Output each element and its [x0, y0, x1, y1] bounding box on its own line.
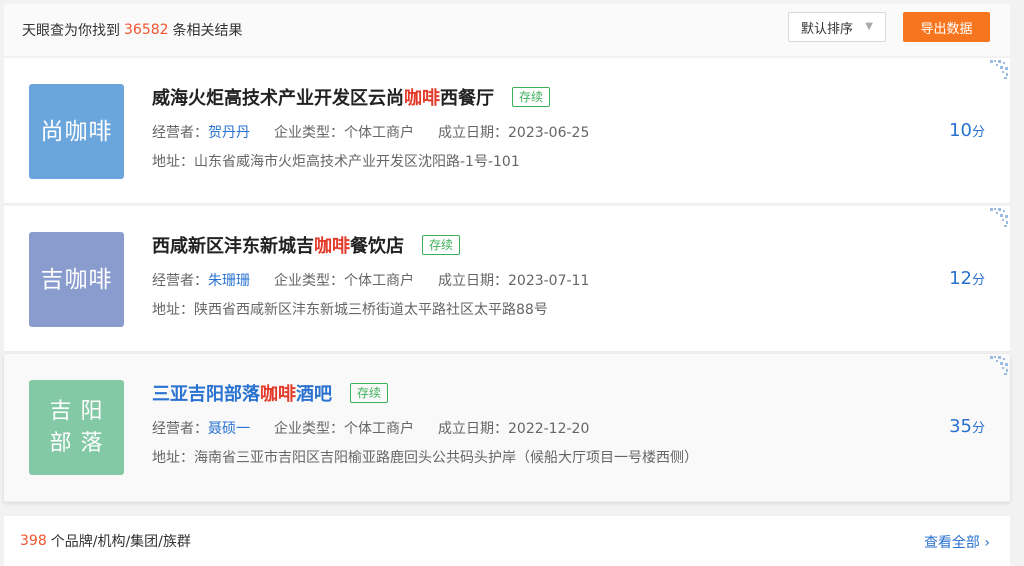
export-label: 导出数据 [920, 21, 973, 37]
name-part: 三亚吉阳部落 [152, 384, 260, 405]
result-card[interactable]: 尚咖啡 威海火炬高技术产业开发区云尚 咖啡 西餐厅 存续 经营者：贺丹丹 企业类型：… [4, 58, 1010, 204]
export-data-button[interactable]: 导出数据 [903, 12, 990, 42]
name-keyword: 咖啡 [314, 236, 350, 257]
name-part: 酒吧 [296, 384, 332, 405]
date-label: 成立日期： [438, 273, 508, 289]
view-all-link[interactable]: 查看全部 › [924, 532, 990, 552]
score-unit: 分 [971, 273, 985, 288]
name-part: 西餐厅 [440, 88, 494, 109]
company-logo[interactable]: 吉咖啡 [29, 232, 124, 327]
result-card[interactable]: 吉咖啡 西咸新区沣东新城吉 咖啡 餐饮店 存续 经营者：朱珊珊 企业类型：个体工商户… [4, 206, 1010, 352]
operator-link[interactable]: 聂硕一 [208, 421, 250, 437]
score-value: 10 [949, 120, 972, 141]
sort-dropdown[interactable]: 默认排序 ▼ [788, 12, 886, 42]
logo-text: 吉咖啡 [40, 266, 113, 293]
address-label: 地址： [152, 154, 194, 170]
company-logo[interactable]: 吉 阳 部 落 [29, 380, 124, 475]
address-label: 地址： [152, 450, 194, 466]
company-meta: 经营者：贺丹丹 企业类型：个体工商户 成立日期：2023-06-25 [152, 122, 613, 142]
score-unit: 分 [971, 421, 985, 436]
result-count: 36582 [124, 22, 169, 38]
status-badge: 存续 [422, 235, 461, 255]
operator-label: 经营者： [152, 125, 208, 141]
logo-text: 尚咖啡 [40, 118, 113, 145]
company-score: 12分 [949, 268, 985, 289]
brand-label: 个品牌/机构/集团/族群 [50, 534, 191, 550]
status-badge: 存续 [350, 383, 389, 403]
address-value: 山东省威海市火炬高技术产业开发区沈阳路-1号-101 [194, 154, 520, 170]
logo-text: 吉 阳 [49, 398, 104, 424]
name-keyword: 咖啡 [260, 384, 296, 405]
brand-count: 398 [20, 533, 47, 549]
company-address: 地址：陕西省西咸新区沣东新城三桥街道太平路社区太平路88号 [152, 299, 548, 319]
address-label: 地址： [152, 302, 194, 318]
date-label: 成立日期： [438, 125, 508, 141]
address-value: 海南省三亚市吉阳区吉阳榆亚路鹿回头公共码头护岸（候船大厅项目一号楼西侧） [194, 450, 698, 466]
qrcode-icon[interactable] [982, 206, 1010, 234]
result-card[interactable]: 吉 阳 部 落 三亚吉阳部落 咖啡 酒吧 存续 经营者：聂硕一 企业类型：个体工商户… [4, 354, 1010, 502]
view-all-label: 查看全部 [923, 535, 980, 551]
operator-label: 经营者： [152, 421, 208, 437]
company-meta: 经营者：聂硕一 企业类型：个体工商户 成立日期：2022-12-20 [152, 418, 613, 438]
company-address: 地址：山东省威海市火炬高技术产业开发区沈阳路-1号-101 [152, 151, 520, 171]
operator-link[interactable]: 朱珊珊 [208, 273, 250, 289]
type-label: 企业类型： [274, 273, 344, 289]
score-value: 12 [949, 268, 972, 289]
company-address: 地址：海南省三亚市吉阳区吉阳榆亚路鹿回头公共码头护岸（候船大厅项目一号楼西侧） [152, 447, 698, 467]
company-name-link[interactable]: 威海火炬高技术产业开发区云尚 咖啡 西餐厅 存续 [152, 84, 551, 110]
established-date: 2023-06-25 [508, 125, 590, 141]
score-unit: 分 [971, 125, 985, 140]
name-keyword: 咖啡 [404, 88, 440, 109]
company-score: 35分 [949, 416, 985, 437]
status-badge: 存续 [512, 87, 551, 107]
qrcode-icon[interactable] [982, 58, 1010, 86]
caret-down-icon: ▼ [865, 21, 873, 32]
operator-link[interactable]: 贺丹丹 [208, 125, 250, 141]
company-logo[interactable]: 尚咖啡 [29, 84, 124, 179]
address-value: 陕西省西咸新区沣东新城三桥街道太平路社区太平路88号 [194, 302, 548, 318]
summary-prefix: 天眼查为你找到 [22, 23, 120, 39]
operator-label: 经营者： [152, 273, 208, 289]
company-meta: 经营者：朱珊珊 企业类型：个体工商户 成立日期：2023-07-11 [152, 270, 613, 290]
logo-text: 部 落 [49, 430, 104, 456]
summary-suffix: 条相关结果 [172, 23, 243, 39]
established-date: 2022-12-20 [508, 421, 590, 437]
type-label: 企业类型： [274, 421, 344, 437]
chevron-right-icon: › [984, 535, 990, 551]
qrcode-icon[interactable] [982, 354, 1010, 382]
company-name-link[interactable]: 三亚吉阳部落 咖啡 酒吧 存续 [152, 380, 389, 406]
score-value: 35 [949, 416, 972, 437]
sort-label: 默认排序 [801, 21, 854, 37]
name-part: 餐饮店 [350, 236, 404, 257]
date-label: 成立日期： [438, 421, 508, 437]
brand-summary-bar: 398 个品牌/机构/集团/族群 查看全部 › [4, 516, 1010, 566]
company-type: 个体工商户 [344, 273, 414, 289]
name-part: 西咸新区沣东新城吉 [152, 236, 314, 257]
type-label: 企业类型： [274, 125, 344, 141]
established-date: 2023-07-11 [508, 273, 590, 289]
company-name-link[interactable]: 西咸新区沣东新城吉 咖啡 餐饮店 存续 [152, 232, 461, 258]
company-type: 个体工商户 [344, 125, 414, 141]
name-part: 威海火炬高技术产业开发区云尚 [152, 88, 404, 109]
company-type: 个体工商户 [344, 421, 414, 437]
company-score: 10分 [949, 120, 985, 141]
